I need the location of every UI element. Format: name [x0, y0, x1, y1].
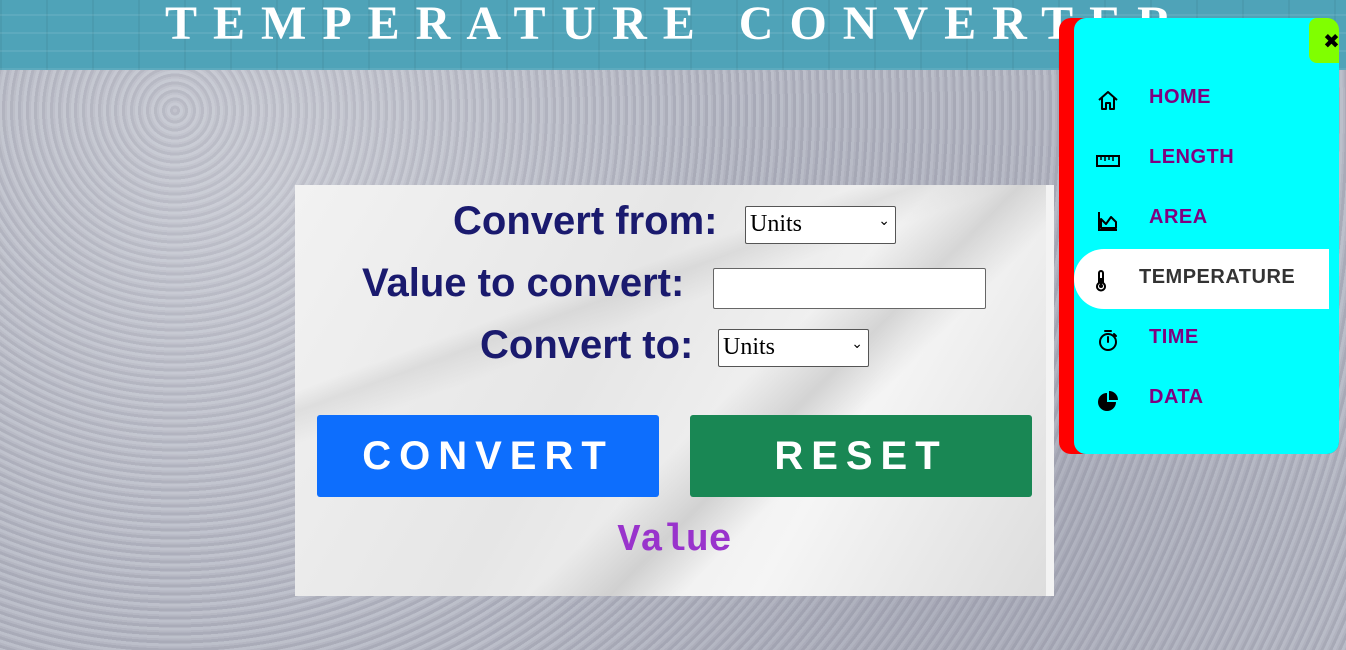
convert-to-value: Units	[723, 334, 776, 360]
sidebar-item-length[interactable]: LENGTH	[1074, 129, 1329, 189]
chevron-down-icon: ⌄	[878, 213, 890, 229]
convert-button[interactable]: CONVERT	[317, 415, 659, 497]
sidebar-item-label: DATA	[1149, 386, 1204, 408]
sidebar-item-data[interactable]: DATA	[1074, 369, 1329, 429]
convert-from-value: Units	[750, 211, 803, 237]
value-input[interactable]	[713, 268, 986, 309]
reset-button[interactable]: RESET	[690, 415, 1032, 497]
sidebar-item-label: LENGTH	[1149, 146, 1235, 168]
thermometer-icon	[1096, 270, 1106, 292]
convert-from-label: Convert from:	[453, 199, 718, 243]
sidebar-item-label: AREA	[1149, 206, 1208, 228]
converter-card: Convert from: Units ⌄ Value to convert: …	[295, 185, 1054, 596]
chevron-down-icon: ⌄	[851, 336, 863, 352]
close-icon: ✖	[1323, 28, 1339, 53]
close-button[interactable]: ✖	[1309, 18, 1339, 63]
sidebar-item-label: TIME	[1149, 326, 1199, 348]
home-icon	[1098, 91, 1118, 110]
sidebar-item-home[interactable]: HOME	[1074, 69, 1329, 129]
sidebar-item-temperature[interactable]: TEMPERATURE	[1074, 249, 1329, 309]
convert-to-label: Convert to:	[480, 323, 694, 367]
result-value: Value	[617, 519, 732, 562]
sidebar-item-label: HOME	[1149, 86, 1211, 108]
pie-chart-icon	[1098, 391, 1118, 411]
sidebar-panel: ✖ HOME LENGTH AREA TEMPERATURE TIME DATA	[1074, 18, 1339, 454]
sidebar-item-label: TEMPERATURE	[1139, 266, 1296, 288]
sidebar-item-time[interactable]: TIME	[1074, 309, 1329, 369]
page-title: TEMPERATURE CONVERTER	[165, 0, 1188, 50]
sidebar-nav: ✖ HOME LENGTH AREA TEMPERATURE TIME DATA	[1059, 18, 1339, 454]
ruler-icon	[1096, 155, 1120, 167]
area-chart-icon	[1098, 212, 1117, 231]
convert-from-select[interactable]: Units ⌄	[745, 206, 896, 244]
sidebar-item-area[interactable]: AREA	[1074, 189, 1329, 249]
value-to-convert-label: Value to convert:	[362, 261, 685, 305]
stopwatch-icon	[1099, 330, 1117, 351]
convert-to-select[interactable]: Units ⌄	[718, 329, 869, 367]
